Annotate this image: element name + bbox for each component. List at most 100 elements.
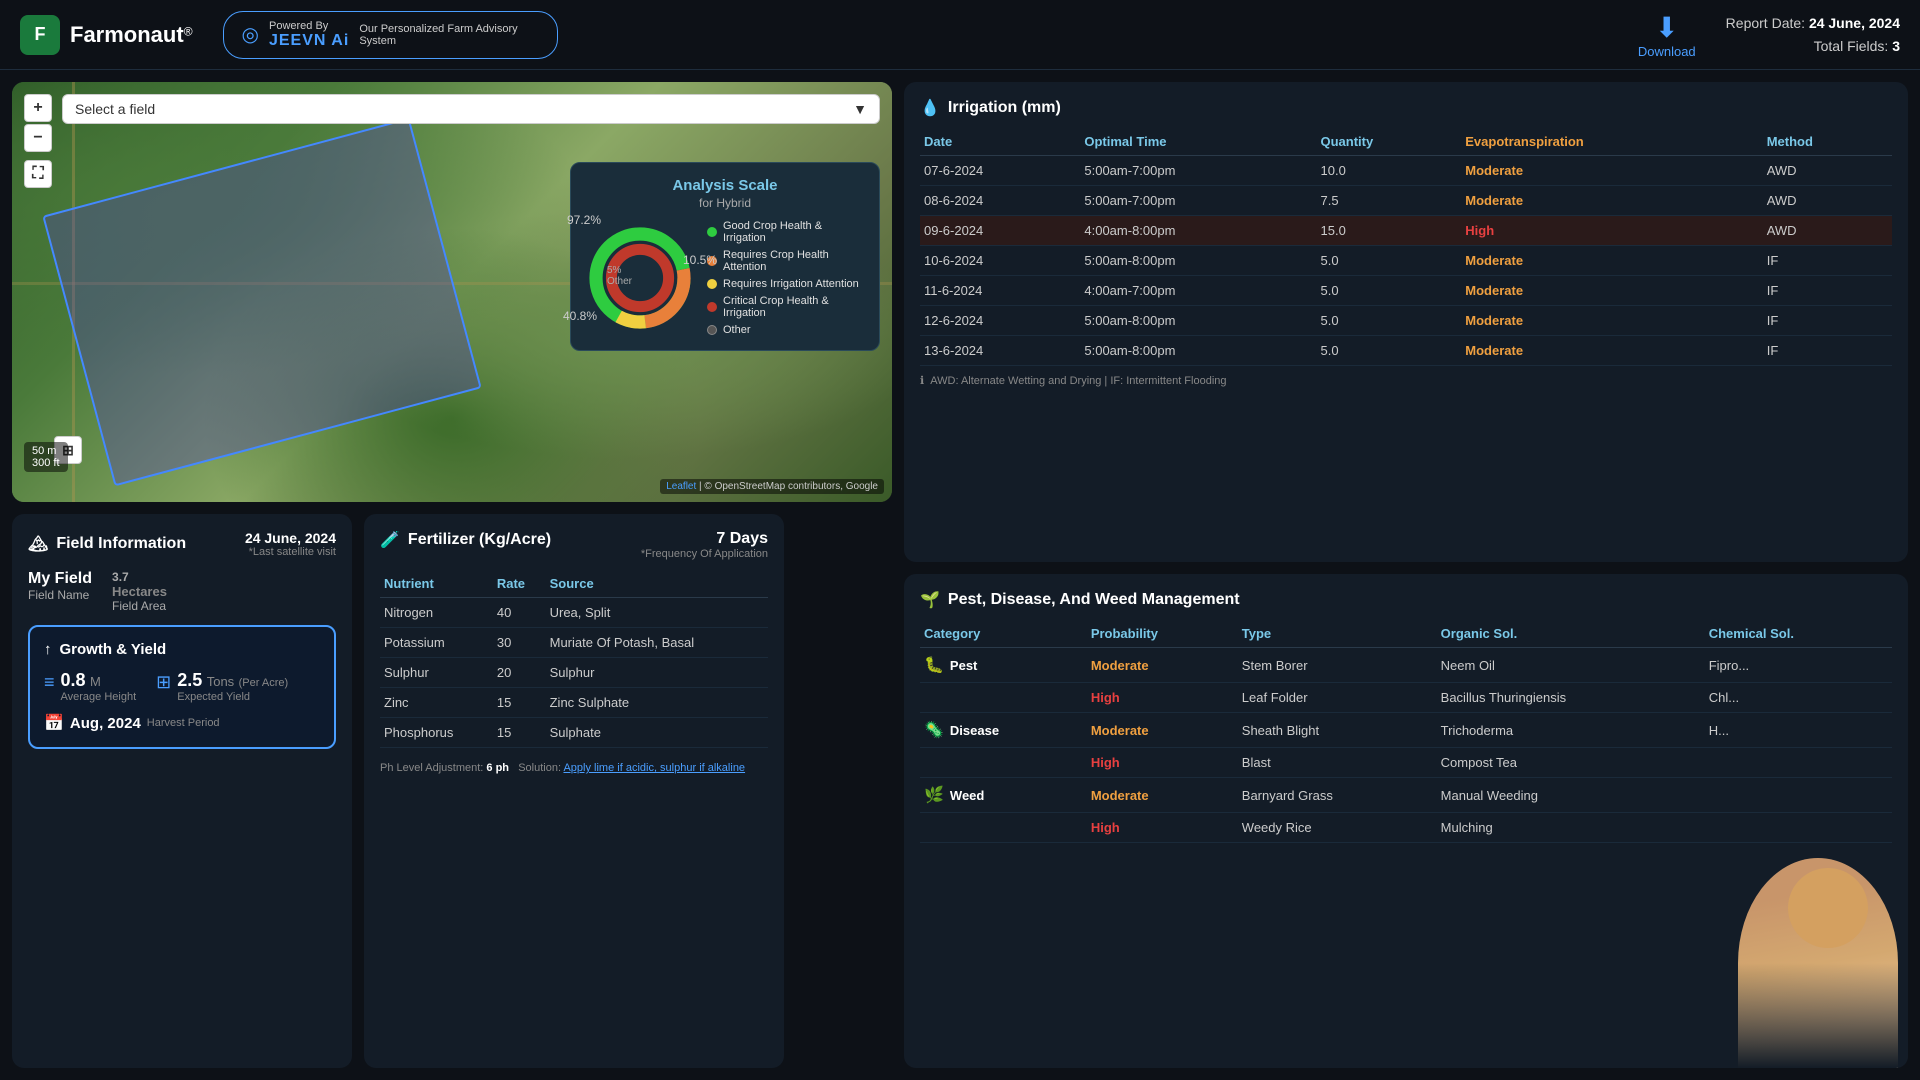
donut-pct-good: 97.2%: [567, 213, 601, 227]
height-label: Average Height: [61, 691, 137, 703]
irr-time: 5:00am-7:00pm: [1080, 186, 1316, 216]
osm-attribution: | © OpenStreetMap contributors, Google: [699, 481, 878, 492]
main-content: + − ⛶ ⊞ Select a field ▼ 50 m 300 ft: [0, 70, 1920, 1080]
logo-name: Farmonaut: [70, 22, 184, 47]
irrigation-icon: 💧: [920, 98, 940, 118]
total-fields-label: Total Fields:: [1814, 38, 1889, 54]
pdw-header-row: Category Probability Type Organic Sol. C…: [920, 620, 1892, 648]
irr-evap: Moderate: [1461, 306, 1762, 336]
report-date-value: 24 June, 2024: [1809, 15, 1900, 31]
growth-box: ↑ Growth & Yield ≡ 0.8 M Average Heigh: [28, 625, 336, 749]
right-panel: 💧 Irrigation (mm) Date Optimal Time Quan…: [904, 82, 1908, 1068]
donut-pct-irrigation: 40.8%: [563, 309, 597, 323]
pdw-row: High Weedy Rice Mulching: [920, 813, 1892, 843]
field-stats: My Field Field Name 3.7 Hectares Field A…: [28, 570, 336, 613]
field-info-title: 🏔 Field Information: [28, 534, 186, 554]
pdw-col-category: Category: [920, 620, 1087, 648]
header: F Farmonaut® ◎ Powered By JEEVN Ai Our P…: [0, 0, 1920, 70]
pdw-chemical: [1705, 813, 1892, 843]
report-date-line: Report Date: 24 June, 2024: [1726, 12, 1900, 34]
pdw-chemical: Fipro...: [1705, 648, 1892, 683]
fertilizer-row: Sulphur 20 Sulphur: [380, 658, 768, 688]
field-name-label: Field Name: [28, 588, 92, 602]
col-nutrient: Nutrient: [380, 570, 493, 598]
irr-row: 07-6-2024 5:00am-7:00pm 10.0 Moderate AW…: [920, 156, 1892, 186]
field-area-stat: 3.7 Hectares Field Area: [112, 570, 167, 613]
scale-feet: 300 ft: [32, 457, 60, 469]
fertilizer-tbody: Nitrogen 40 Urea, Split Potassium 30 Mur…: [380, 598, 768, 748]
fertilizer-panel: 🧪 Fertilizer (Kg/Acre) 7 Days *Frequency…: [364, 514, 784, 1068]
irr-col-evap: Evapotranspiration: [1461, 128, 1762, 156]
fert-nutrient: Phosphorus: [380, 718, 493, 748]
legend-label-good: Good Crop Health & Irrigation: [723, 220, 865, 244]
yield-info: 2.5 Tons (Per Acre) Expected Yield: [177, 670, 288, 703]
pdw-organic: Compost Tea: [1437, 748, 1705, 778]
pdw-category-empty: [920, 813, 1087, 843]
download-button[interactable]: ⬇ Download: [1638, 11, 1696, 59]
report-date-label: Report Date:: [1726, 15, 1805, 31]
irr-qty: 15.0: [1317, 216, 1462, 246]
legend-dot-other: [707, 325, 717, 335]
yield-icon: ⊞: [156, 672, 171, 693]
pdw-type: Barnyard Grass: [1238, 778, 1437, 813]
irr-date: 12-6-2024: [920, 306, 1080, 336]
pdw-table: Category Probability Type Organic Sol. C…: [920, 620, 1892, 843]
legend: Good Crop Health & Irrigation Requires C…: [707, 220, 865, 336]
analysis-subtitle: for Hybrid: [585, 196, 865, 210]
pdw-title: 🌱 Pest, Disease, And Weed Management: [920, 590, 1892, 610]
download-icon: ⬇: [1655, 11, 1678, 44]
irr-evap: Moderate: [1461, 336, 1762, 366]
pdw-col-type: Type: [1238, 620, 1437, 648]
irr-qty: 5.0: [1317, 246, 1462, 276]
left-panel: + − ⛶ ⊞ Select a field ▼ 50 m 300 ft: [12, 82, 892, 1068]
avatar-overlay: [1718, 858, 1908, 1068]
scale-meters: 50 m: [32, 445, 60, 457]
analysis-content: 97.2% 10.5% 40.8%: [585, 220, 865, 336]
download-label: Download: [1638, 44, 1696, 59]
pdw-category: 🦠 Disease: [920, 713, 1087, 748]
field-icon: 🏔: [28, 534, 48, 554]
pdw-category-empty: [920, 683, 1087, 713]
pdw-category-empty: [920, 748, 1087, 778]
fullscreen-button[interactable]: ⛶: [24, 160, 52, 188]
pdw-prob: High: [1087, 683, 1238, 713]
advisory-text: Our Personalized Farm Advisory System: [359, 23, 539, 47]
zoom-out-button[interactable]: −: [24, 124, 52, 152]
fert-nutrient: Sulphur: [380, 658, 493, 688]
pdw-organic: Neem Oil: [1437, 648, 1705, 683]
farmonaut-logo-icon: F: [20, 15, 60, 55]
irr-note: ℹ AWD: Alternate Wetting and Drying | IF…: [920, 374, 1892, 387]
legend-dot-irrigation: [707, 279, 717, 289]
zoom-in-button[interactable]: +: [24, 94, 52, 122]
bottom-panels: 🏔 Field Information 24 June, 2024 *Last …: [12, 514, 892, 1068]
fertilizer-row: Nitrogen 40 Urea, Split: [380, 598, 768, 628]
avatar-fade: [1718, 858, 1908, 1068]
leaflet-link[interactable]: Leaflet: [666, 481, 696, 492]
irrigation-panel: 💧 Irrigation (mm) Date Optimal Time Quan…: [904, 82, 1908, 562]
pdw-chemical: Chl...: [1705, 683, 1892, 713]
irr-evap: Moderate: [1461, 186, 1762, 216]
legend-item-irrigation: Requires Irrigation Attention: [707, 278, 865, 290]
ph-solution-link[interactable]: Apply lime if acidic, sulphur if alkalin…: [563, 762, 745, 774]
fertilizer-title: 🧪 Fertilizer (Kg/Acre): [380, 530, 551, 550]
irr-time: 5:00am-8:00pm: [1080, 336, 1316, 366]
legend-item-critical: Critical Crop Health & Irrigation: [707, 295, 865, 319]
donut-pct-health: 10.5%: [683, 253, 717, 267]
irr-time: 5:00am-7:00pm: [1080, 156, 1316, 186]
irr-col-qty: Quantity: [1317, 128, 1462, 156]
powered-by-label: Powered By: [269, 20, 349, 32]
donut-svg: [585, 223, 695, 333]
fert-rate: 15: [493, 688, 546, 718]
header-right: ⬇ Download Report Date: 24 June, 2024 To…: [1638, 11, 1900, 59]
freq-label: *Frequency Of Application: [641, 548, 768, 560]
pdw-type: Leaf Folder: [1238, 683, 1437, 713]
irr-method: IF: [1763, 306, 1892, 336]
cat-label: Weed: [950, 788, 984, 803]
irr-date: 11-6-2024: [920, 276, 1080, 306]
irr-date: 07-6-2024: [920, 156, 1080, 186]
fertilizer-table: Nutrient Rate Source Nitrogen 40 Urea, S…: [380, 570, 768, 748]
irr-qty: 5.0: [1317, 306, 1462, 336]
donut-other-label: 5%Other: [607, 265, 632, 287]
field-select[interactable]: Select a field ▼: [62, 94, 880, 124]
pdw-row: 🐛 Pest Moderate Stem Borer Neem Oil Fipr…: [920, 648, 1892, 683]
